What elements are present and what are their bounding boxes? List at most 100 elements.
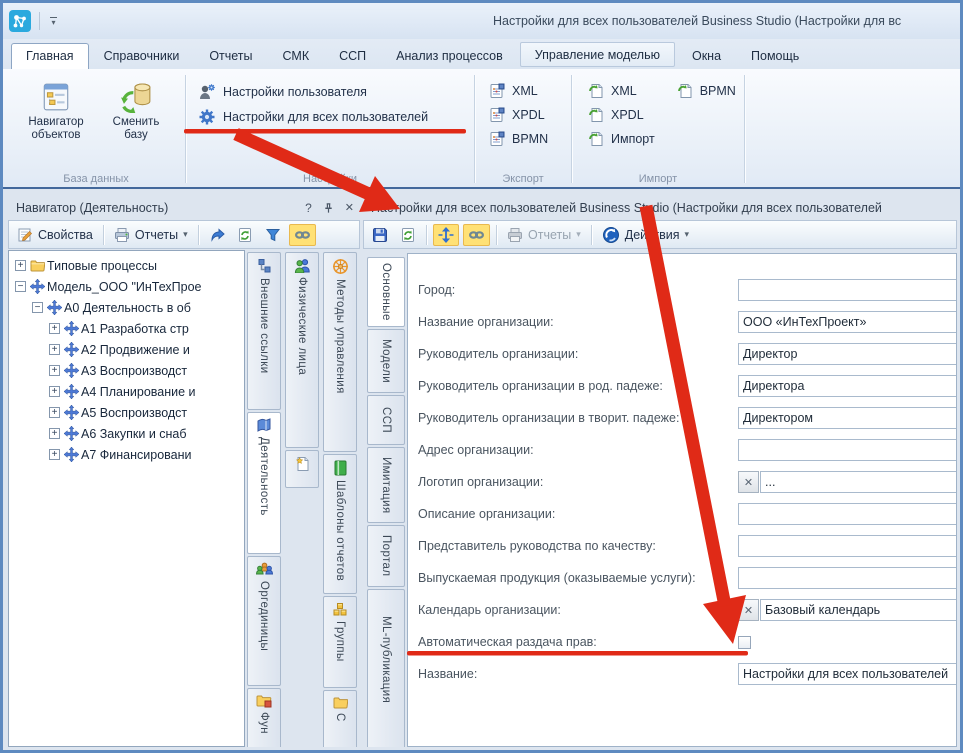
org-logo-field[interactable]	[760, 471, 957, 493]
import-xpdl-button[interactable]: XPDL	[588, 107, 655, 123]
link-mode-button[interactable]	[463, 224, 490, 246]
properties-button[interactable]: Свойства	[13, 225, 97, 245]
clear-calendar-button[interactable]: ✕	[738, 599, 759, 621]
ribbon-tab-references[interactable]: Справочники	[89, 43, 195, 69]
products-field[interactable]	[738, 567, 957, 589]
tree-expander[interactable]: −	[32, 302, 43, 313]
tree-expander[interactable]: +	[49, 428, 60, 439]
ribbon-tab-windows[interactable]: Окна	[677, 43, 736, 69]
ribbon-tab-process-analysis[interactable]: Анализ процессов	[381, 43, 518, 69]
tab-portal[interactable]: Портал	[367, 525, 405, 587]
ribbon-group-label-export: Экспорт	[475, 173, 571, 185]
tree-item[interactable]: + А1 Разработка стр	[9, 318, 244, 339]
city-field[interactable]	[738, 279, 957, 301]
tree-item[interactable]: + А4 Планирование и	[9, 381, 244, 402]
org-name-field[interactable]	[738, 311, 957, 333]
object-navigator-button[interactable]: Навигатор объектов	[21, 77, 91, 142]
navigator-toolbar: Свойства Отчеты ▾	[8, 220, 360, 249]
ribbon-tab-ssp[interactable]: ССП	[324, 43, 381, 69]
help-button[interactable]: ?	[305, 201, 312, 215]
org-address-field[interactable]	[738, 439, 957, 461]
tree-expander[interactable]: −	[15, 281, 26, 292]
editor-toolbar: Отчеты ▾ Действия ▾	[363, 220, 957, 249]
go-forward-button[interactable]	[205, 225, 229, 245]
tree-item[interactable]: + А7 Финансировани	[9, 444, 244, 465]
refresh-button[interactable]	[396, 225, 420, 245]
ribbon-tab-model-management[interactable]: Управление моделью	[520, 42, 675, 67]
category-tab-persons[interactable]: Физические лица	[285, 252, 319, 448]
category-tab-report-templates[interactable]: Шаблоны отчетов	[323, 454, 357, 594]
tree-expander[interactable]: +	[49, 407, 60, 418]
tree-item[interactable]: − Модель_ООО "ИнТехПрое	[9, 276, 244, 297]
clear-logo-button[interactable]: ✕	[738, 471, 759, 493]
category-tab-references-folder[interactable]: С	[323, 690, 357, 747]
category-tab-functions[interactable]: Фун	[247, 688, 281, 747]
tree-expander[interactable]: +	[49, 344, 60, 355]
actions-button[interactable]: Действия ▾	[598, 224, 693, 246]
name-field[interactable]	[738, 663, 957, 685]
field-label: Выпускаемая продукция (оказываемые услуг…	[408, 571, 738, 585]
tree-expander[interactable]: +	[15, 260, 26, 271]
export-bpmn-button[interactable]: BPMN	[489, 131, 559, 147]
org-head-instrumental-field[interactable]	[738, 407, 957, 429]
refresh-button[interactable]	[233, 225, 257, 245]
tree-item[interactable]: + Типовые процессы	[9, 255, 244, 276]
reports-button[interactable]: Отчеты ▾	[110, 225, 192, 245]
org-head-field[interactable]	[738, 343, 957, 365]
field-label: Руководитель организации в род. падеже:	[408, 379, 738, 393]
editor-caption: Настройки для всех пользователей Busines…	[363, 195, 957, 220]
tree-expander[interactable]: +	[49, 323, 60, 334]
tree-item[interactable]: + А5 Воспроизводст	[9, 402, 244, 423]
ribbon-tab-main[interactable]: Главная	[11, 43, 89, 69]
quality-representative-field[interactable]	[738, 535, 957, 557]
org-calendar-field[interactable]	[760, 599, 957, 621]
category-tab-groups[interactable]: Группы	[323, 596, 357, 688]
tab-ssp[interactable]: ССП	[367, 395, 405, 445]
tree-item[interactable]: + А6 Закупки и снаб	[9, 423, 244, 444]
save-button[interactable]	[368, 225, 392, 245]
user-settings-button[interactable]: Настройки пользователя	[198, 83, 464, 101]
tab-models[interactable]: Модели	[367, 329, 405, 393]
export-xpdl-button[interactable]: XPDL	[489, 107, 559, 123]
filter-button[interactable]	[261, 225, 285, 245]
ribbon-tab-smk[interactable]: СМК	[268, 43, 325, 69]
tree-expander[interactable]: +	[49, 449, 60, 460]
auto-rights-checkbox[interactable]	[738, 636, 751, 649]
all-users-settings-button[interactable]: Настройки для всех пользователей	[198, 108, 464, 126]
tab-publication[interactable]: ML-публикация	[367, 589, 405, 747]
expand-vertical-icon	[438, 227, 454, 243]
tree-item[interactable]: + А3 Воспроизводст	[9, 360, 244, 381]
tab-imitation[interactable]: Имитация	[367, 447, 405, 523]
import-xml-button[interactable]: XML	[588, 83, 655, 99]
export-xml-button[interactable]: XML	[489, 83, 559, 99]
activity-icon	[64, 426, 81, 441]
ribbon-tab-help[interactable]: Помощь	[736, 43, 814, 69]
reports-button-disabled[interactable]: Отчеты ▾	[503, 225, 585, 245]
tree-item[interactable]: + А2 Продвижение и	[9, 339, 244, 360]
paper-star-icon	[295, 456, 310, 472]
quick-access-dropdown-icon[interactable]: ▾	[50, 17, 57, 25]
import-bpmn-button[interactable]: BPMN	[677, 83, 736, 99]
tree-item-label: А0 Деятельность в об	[64, 301, 191, 315]
org-head-genitive-field[interactable]	[738, 375, 957, 397]
tree-expander[interactable]: +	[49, 386, 60, 397]
tree-expander[interactable]: +	[49, 365, 60, 376]
category-tab-external-links[interactable]: Внешние ссылки	[247, 252, 281, 410]
ribbon-tab-reports[interactable]: Отчеты	[194, 43, 267, 69]
import-button[interactable]: Импорт	[588, 131, 655, 147]
pin-icon[interactable]	[323, 202, 334, 214]
fit-height-button[interactable]	[433, 224, 459, 246]
category-tab-paper[interactable]	[285, 450, 319, 488]
tree-item[interactable]: − А0 Деятельность в об	[9, 297, 244, 318]
close-icon[interactable]: ✕	[345, 201, 354, 214]
tab-general[interactable]: Основные	[367, 257, 405, 327]
link-mode-button[interactable]	[289, 224, 316, 246]
toolbar-separator	[591, 225, 592, 245]
category-tab-activity[interactable]: Деятельность	[247, 412, 281, 554]
toolbar-separator	[496, 225, 497, 245]
tree-item-label: Типовые процессы	[47, 259, 157, 273]
category-tab-org-units[interactable]: Оргединицы	[247, 556, 281, 686]
change-database-button[interactable]: Сменить базу	[101, 77, 171, 142]
category-tab-management-methods[interactable]: Методы управления	[323, 252, 357, 452]
org-description-field[interactable]	[738, 503, 957, 525]
